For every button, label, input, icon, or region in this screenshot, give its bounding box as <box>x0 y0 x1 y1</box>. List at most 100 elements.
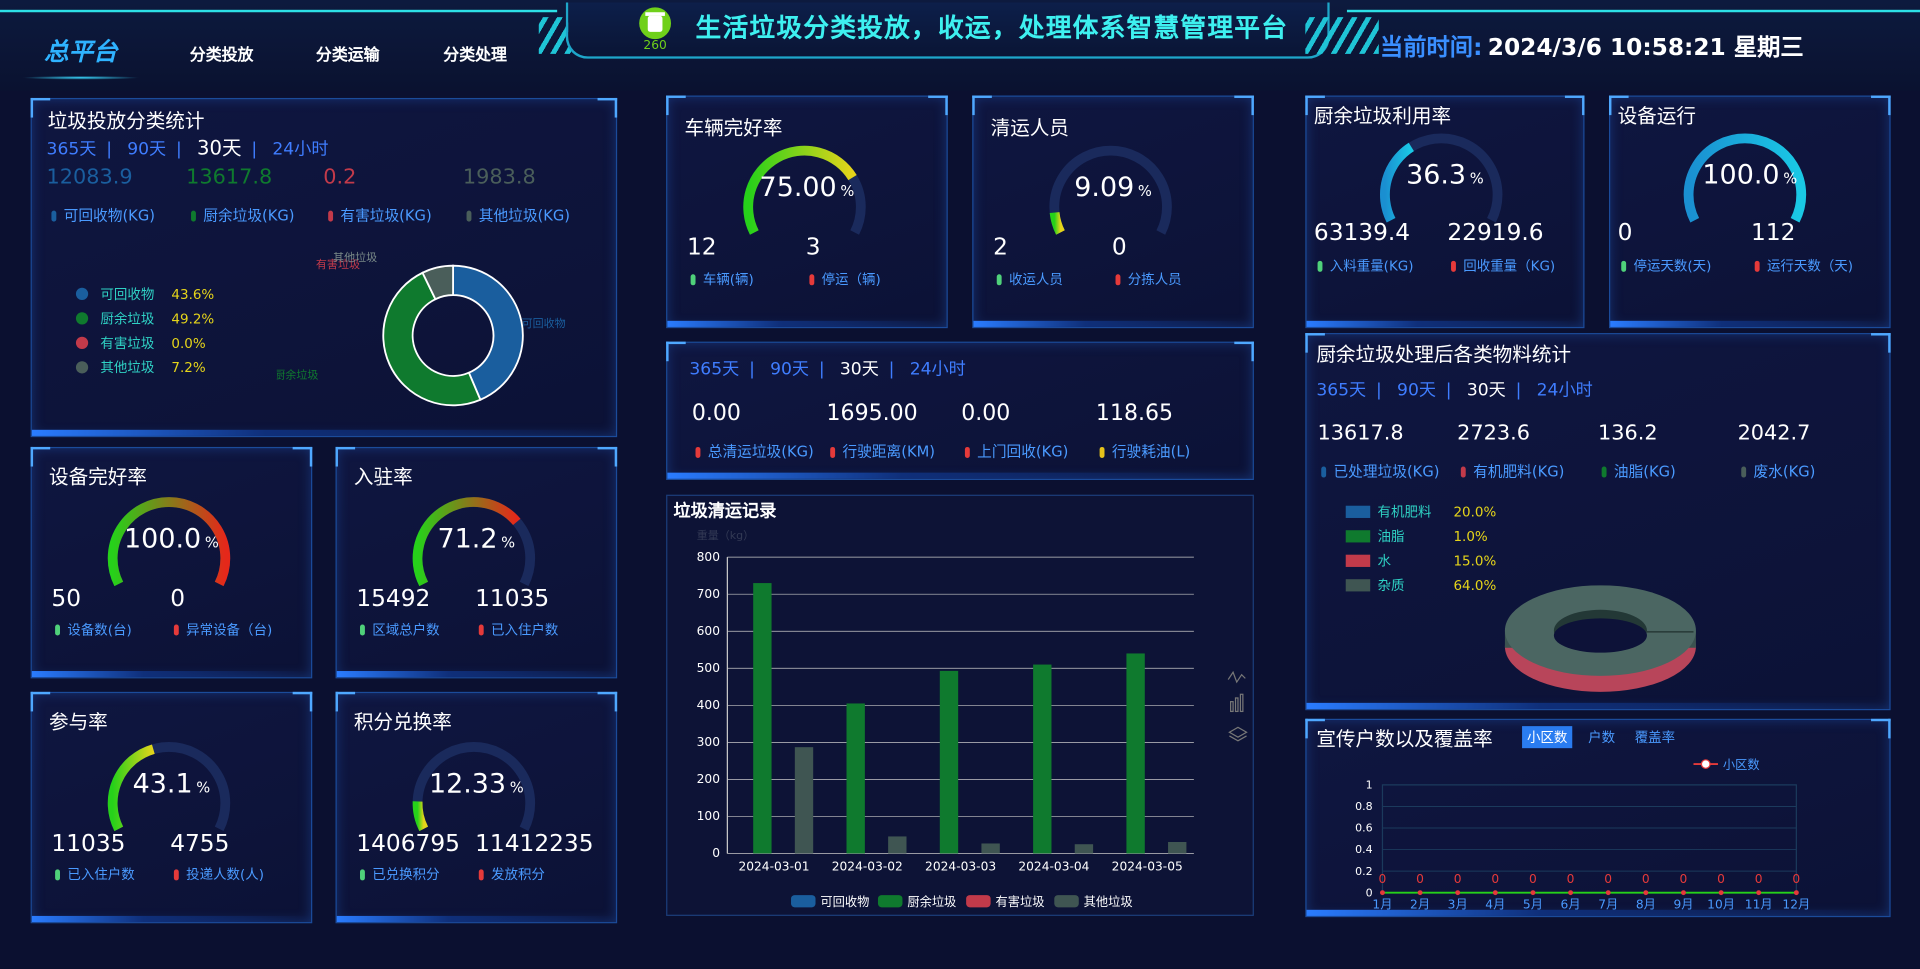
data-label: 0 <box>1454 872 1462 886</box>
vehicle-stat2-label: 停运（辆) <box>809 269 881 289</box>
bar-厨余垃圾-2024-03-04[interactable] <box>1033 664 1052 854</box>
wastewater-label: 废水(KG) <box>1741 460 1815 481</box>
bar-厨余垃圾-2024-03-02[interactable] <box>846 703 865 854</box>
clean-record-panel: 垃圾清运记录 重量（kg） 0 100 200 300 400 500 600 700 800 2… <box>666 494 1254 916</box>
transport-total-value: 0.00 <box>691 400 741 427</box>
cleaners-panel: 清运人员 9.09% 2 0 收运人员 分拣人员 <box>972 95 1254 329</box>
data-point[interactable] <box>1681 890 1686 896</box>
device_ok-gauge-value: 100.0% <box>124 524 219 555</box>
data-point[interactable] <box>1380 890 1385 896</box>
data-point[interactable] <box>1530 890 1536 896</box>
drop-recyclable-value: 12083.9 <box>46 165 133 190</box>
data-label: 0 <box>1416 872 1424 886</box>
y-tick-label: 100 <box>697 809 720 823</box>
bar-legend-item[interactable]: 其他垃圾 <box>1054 894 1133 909</box>
tab-90d[interactable]: 90天 <box>127 140 166 160</box>
points-panel: 积分兑换率 12.33% 1406795 11412235 已兑换积分 发放积分 <box>335 691 618 924</box>
fertilizer-value: 2723.6 <box>1457 421 1530 446</box>
bar-legend-item[interactable]: 厨余垃圾 <box>877 894 956 909</box>
drop-hazardous-label: 有害垃圾(KG) <box>328 204 432 225</box>
kitchen-materials-title: 厨余垃圾处理后各类物料统计 <box>1316 342 1572 367</box>
points-stat1-label: 已兑换积分 <box>360 864 440 884</box>
data-point[interactable] <box>1455 890 1461 896</box>
drop_stats-legend-item[interactable]: 其他垃圾 7.2% <box>75 358 206 378</box>
drop_stats-legend-item[interactable]: 有害垃圾 0.0% <box>75 333 206 353</box>
nav-main-underline <box>22 75 140 80</box>
occupancy-stat1-value: 15492 <box>356 585 431 613</box>
occupancy-stat2-value: 11035 <box>475 585 550 613</box>
tab-365d[interactable]: 365天 <box>689 360 739 380</box>
data-point[interactable] <box>1793 890 1799 896</box>
wastewater-value: 2042.7 <box>1737 421 1811 446</box>
kitchen-util-panel: 厨余垃圾利用率 36.3% 63139.4 22919.6 入料重量(KG) 回… <box>1305 95 1585 329</box>
chart-toolbox[interactable] <box>1227 670 1248 742</box>
tab-90d[interactable]: 90天 <box>1397 381 1436 401</box>
nav-item-delivery[interactable]: 分类投放 <box>190 42 254 65</box>
points-gauge-value: 12.33% <box>428 768 524 800</box>
participation-gauge-value: 43.1% <box>132 768 211 800</box>
bar-厨余垃圾-2024-03-03[interactable] <box>939 670 959 854</box>
data-point[interactable] <box>1756 890 1762 896</box>
cleaners-stat1-label: 收运人员 <box>996 269 1063 289</box>
data-point[interactable] <box>1605 890 1611 896</box>
bar-厨余垃圾-2024-03-05[interactable] <box>1126 653 1145 854</box>
data-point[interactable] <box>1568 890 1574 896</box>
drop-kitchen-label: 厨余垃圾(KG) <box>191 204 295 225</box>
line-chart-icon[interactable] <box>1227 670 1246 684</box>
clean-record-bar-chart: 重量（kg） 0 100 200 300 400 500 600 700 800 2024-03-… <box>697 528 1248 909</box>
y-tick-label: 300 <box>697 735 720 749</box>
device_run-gauge-value: 100.0% <box>1702 160 1798 192</box>
bar-legend-item[interactable]: 有害垃圾 <box>966 894 1044 909</box>
nav-item-processing[interactable]: 分类处理 <box>443 42 507 65</box>
cleaners-title: 清运人员 <box>990 116 1070 140</box>
kitchen_materials-legend-item[interactable]: 杂质 64.0% <box>1345 576 1496 596</box>
fertilizer-label: 有机肥料(KG) <box>1460 460 1564 481</box>
bar-其他垃圾-2024-03-02[interactable] <box>888 836 907 854</box>
tab-90d[interactable]: 90天 <box>770 360 809 380</box>
kitchen_materials-legend-item[interactable]: 有机肥料 20.0% <box>1345 502 1496 522</box>
stack-icon[interactable] <box>1228 726 1248 742</box>
pie-label-kitchen: 厨余垃圾 <box>277 367 319 381</box>
kitchen_materials-legend-item[interactable]: 水 15.0% <box>1345 551 1496 571</box>
tab-365d[interactable]: 365天 <box>47 140 97 160</box>
drop_stats-legend-item[interactable]: 厨余垃圾 49.2% <box>75 309 214 329</box>
time-label: 当前时间: <box>1380 34 1483 62</box>
kitchen-materials-tabs: 365天 | 90天 | 30天 | 24小时 <box>1316 380 1593 401</box>
tab-30d[interactable]: 30天 <box>197 136 242 159</box>
svg-text:260: 260 <box>643 38 666 51</box>
data-point[interactable] <box>1643 890 1649 896</box>
cleaners-stat2-value: 0 <box>1111 233 1127 261</box>
tab-24h[interactable]: 24小时 <box>910 360 966 380</box>
processed-label: 已处理垃圾(KG) <box>1321 460 1439 481</box>
drop-recyclable-label: 可回收物(KG) <box>51 204 155 225</box>
bar-厨余垃圾-2024-03-01[interactable] <box>753 583 772 854</box>
data-point[interactable] <box>1492 890 1498 896</box>
tab-30d[interactable]: 30天 <box>840 360 879 380</box>
y-tick-label: 0 <box>712 846 720 860</box>
bar-其他垃圾-2024-03-04[interactable] <box>1074 844 1094 854</box>
vehicle-stat1-value: 12 <box>686 233 717 261</box>
bar-legend-item[interactable]: 可回收物 <box>791 895 869 909</box>
transport-distance-label: 行驶距离(KM) <box>830 441 935 462</box>
tab-365d[interactable]: 365天 <box>1316 381 1366 401</box>
nav-item-transport[interactable]: 分类运输 <box>316 42 380 65</box>
y-tick-label: 1 <box>1366 779 1373 792</box>
points-stat2-value: 11412235 <box>475 830 594 858</box>
drop_stats-legend-item[interactable]: 可回收物 43.6% <box>75 284 214 304</box>
tab-24h[interactable]: 24小时 <box>1537 381 1593 401</box>
data-point[interactable] <box>1718 890 1724 896</box>
header-line-left <box>0 9 558 13</box>
data-label: 0 <box>1755 872 1763 886</box>
device_ok-stat1-label: 设备数(台) <box>55 620 132 640</box>
kitchen_materials-legend-item[interactable]: 油脂 1.0% <box>1345 527 1488 547</box>
nav-main-tab[interactable]: 总平台 <box>44 32 117 68</box>
bar-unit-label: 重量（kg） <box>697 528 754 542</box>
bar-其他垃圾-2024-03-03[interactable] <box>981 843 1000 854</box>
tab-30d[interactable]: 30天 <box>1467 381 1506 401</box>
y-tick-label: 600 <box>697 624 720 638</box>
bar-其他垃圾-2024-03-01[interactable] <box>794 747 814 854</box>
tab-24h[interactable]: 24小时 <box>272 140 328 160</box>
bar-其他垃圾-2024-03-05[interactable] <box>1168 841 1187 854</box>
bar-chart-icon[interactable] <box>1230 693 1244 713</box>
data-point[interactable] <box>1417 890 1423 896</box>
